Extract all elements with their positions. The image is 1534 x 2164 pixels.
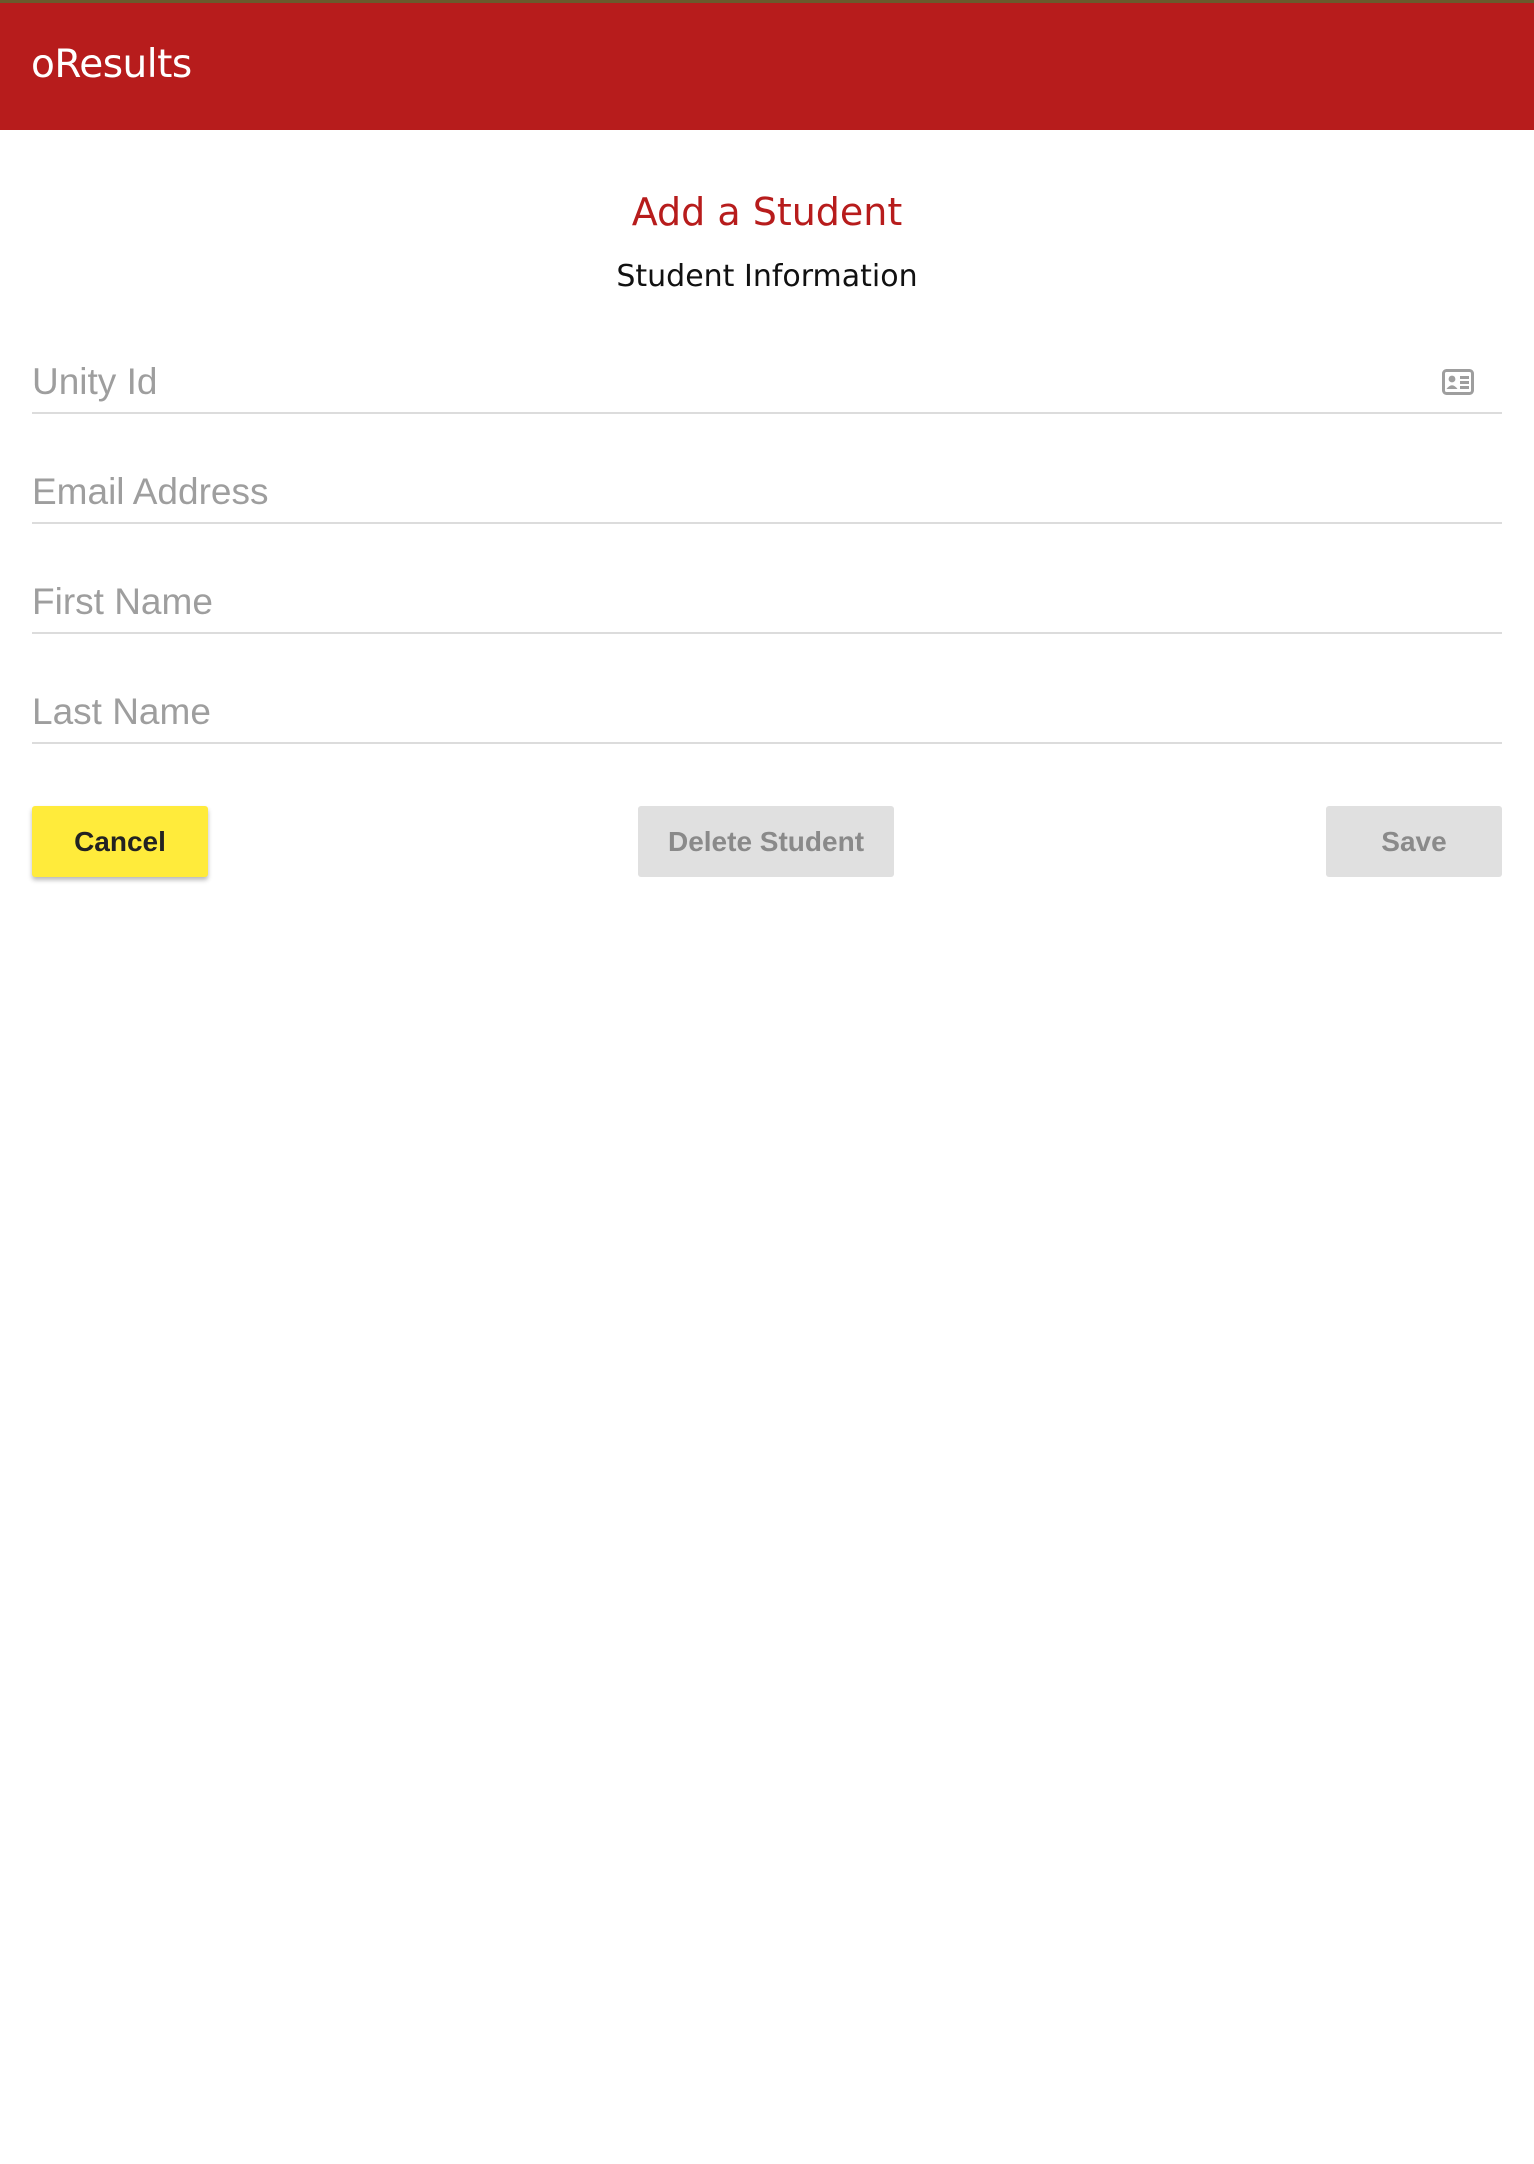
section-subtitle: Student Information xyxy=(616,259,918,294)
first-name-input[interactable] xyxy=(32,572,1502,632)
unity-id-field xyxy=(32,352,1502,414)
email-field xyxy=(32,462,1502,524)
cancel-button[interactable]: Cancel xyxy=(32,806,208,877)
page-title: Add a Student xyxy=(631,190,903,234)
last-name-input[interactable] xyxy=(32,682,1502,742)
app-header: oResults xyxy=(0,3,1534,130)
save-button[interactable]: Save xyxy=(1326,806,1502,877)
delete-student-button[interactable]: Delete Student xyxy=(638,806,894,877)
app-title[interactable]: oResults xyxy=(31,39,192,91)
unity-id-input[interactable] xyxy=(32,352,1502,412)
id-card-icon[interactable] xyxy=(1442,369,1474,395)
email-input[interactable] xyxy=(32,462,1502,522)
last-name-field xyxy=(32,682,1502,744)
first-name-field xyxy=(32,572,1502,634)
